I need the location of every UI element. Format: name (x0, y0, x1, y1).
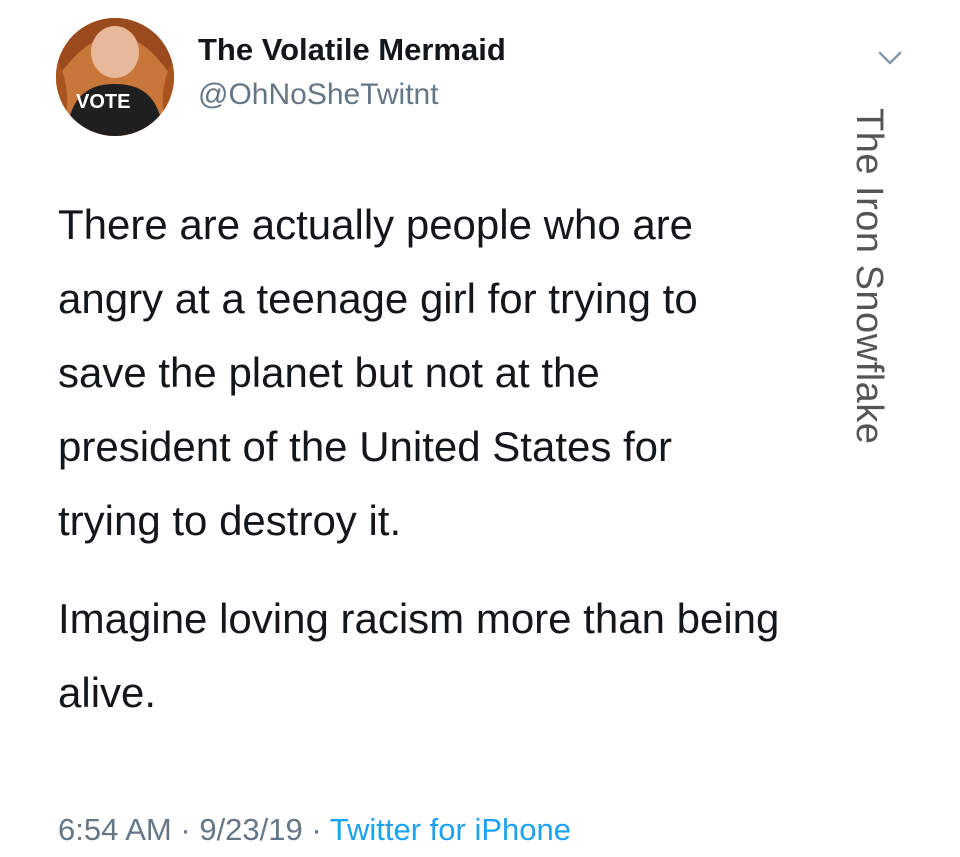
tweet-line: president of the United States for (58, 423, 673, 470)
chevron-down-icon[interactable] (876, 44, 904, 72)
tweet-line: There are actually people who are (58, 201, 694, 248)
tweet-date[interactable]: 9/23/19 (199, 812, 302, 847)
separator: · (311, 812, 322, 847)
tweet-text-paragraph-2: Imagine loving racism more than being al… (58, 582, 918, 730)
tweet-line: Imagine loving racism more than being (58, 595, 780, 642)
tweet-text: There are actually people who are angry … (58, 188, 848, 558)
watermark: The Iron Snowflake (848, 108, 890, 445)
tweet-line: trying to destroy it. (58, 497, 402, 544)
avatar-image: VOTE (56, 18, 174, 136)
tweet-line: angry at a teenage girl for trying to (58, 275, 698, 322)
tweet-source-link[interactable]: Twitter for iPhone (330, 812, 571, 847)
avatar[interactable]: VOTE (56, 18, 174, 136)
avatar-shirt-text: VOTE (76, 91, 130, 113)
tweet-metadata: 6:54 AM · 9/23/19 · Twitter for iPhone (58, 812, 571, 848)
separator: · (180, 812, 191, 847)
tweet-time[interactable]: 6:54 AM (58, 812, 172, 847)
tweet-line: alive. (58, 669, 157, 716)
user-handle[interactable]: @OhNoSheTwitnt (198, 78, 439, 112)
tweet-line: save the planet but not at the (58, 349, 600, 396)
display-name[interactable]: The Volatile Mermaid (198, 32, 506, 68)
